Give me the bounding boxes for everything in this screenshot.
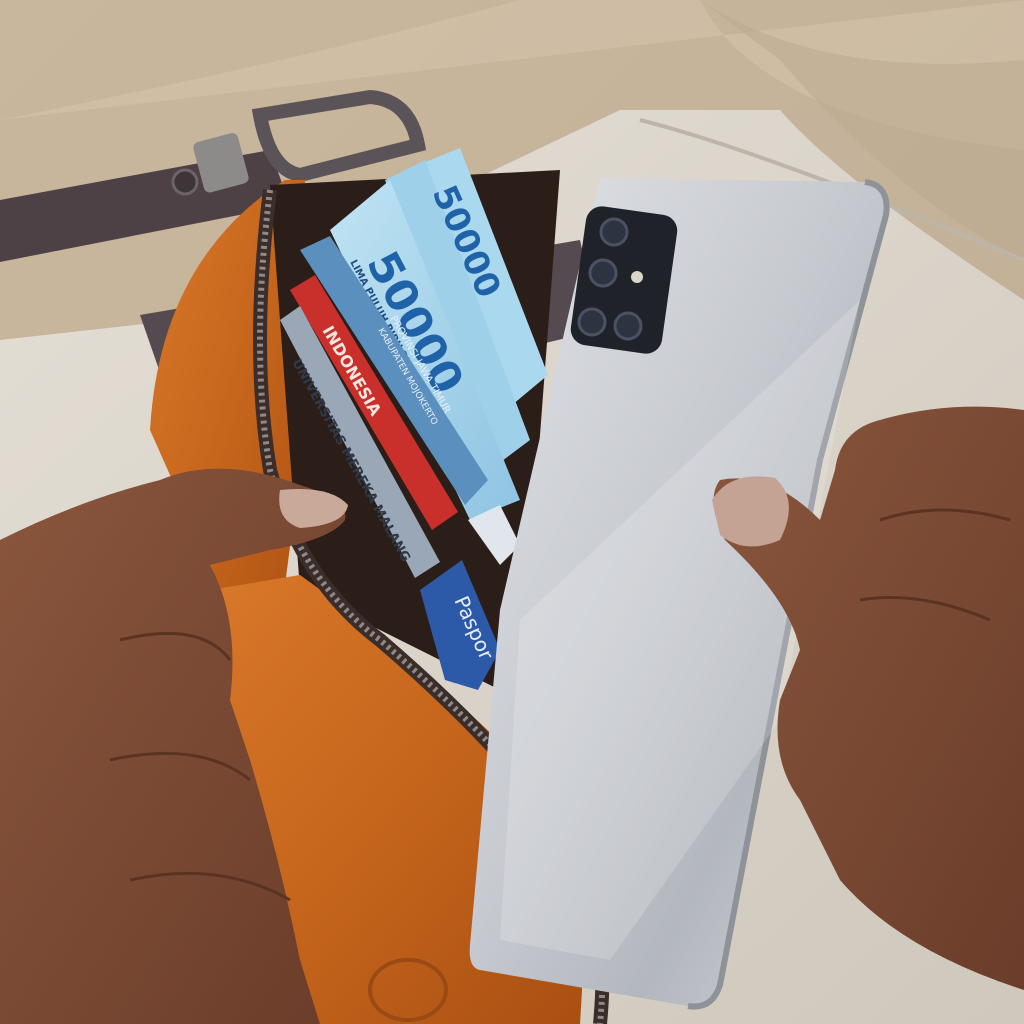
camera-lens-2 [588,258,618,288]
camera-flash [631,271,643,283]
photo-scene: 50000 LIMA PULUH RIBU RUPIAH 50000 PROVI… [0,0,1024,1024]
camera-lens-1 [599,217,629,247]
belt-rivet [171,168,199,196]
camera-lens-4 [613,311,643,341]
camera-lens-3 [577,307,607,337]
right-thumbnail [712,476,789,547]
